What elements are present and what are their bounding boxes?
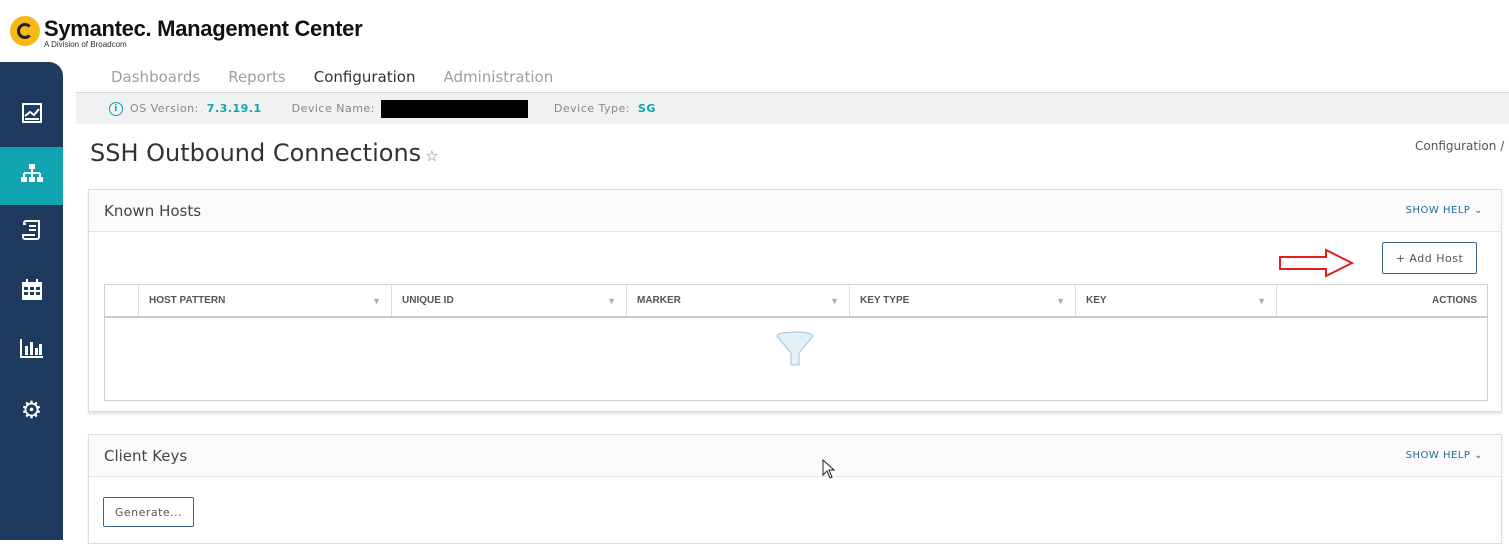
sidebar-item-jobs[interactable] xyxy=(0,263,63,321)
tab-configuration[interactable]: Configuration xyxy=(302,66,427,95)
info-icon: i xyxy=(109,101,123,116)
sidebar-item-policies[interactable] xyxy=(0,203,63,261)
filter-icon[interactable]: ▼ xyxy=(607,296,616,306)
filter-icon[interactable]: ▼ xyxy=(1056,296,1065,306)
generate-button[interactable]: Generate... xyxy=(103,497,194,527)
device-info-bar: i OS Version: 7.3.19.1 Device Name: Devi… xyxy=(76,93,1509,124)
brand-logo: Symantec. Management Center A Division o… xyxy=(10,16,363,49)
known-hosts-title: Known Hosts xyxy=(104,201,202,220)
sidebar: ⚙ xyxy=(0,62,63,540)
brand-title: Symantec. Management Center xyxy=(44,16,363,41)
page-title-wrap: SSH Outbound Connections ☆ xyxy=(90,139,439,167)
filter-icon[interactable]: ▼ xyxy=(1257,296,1266,306)
calendar-icon xyxy=(21,278,43,306)
filter-icon[interactable]: ▼ xyxy=(830,296,839,306)
known-hosts-panel: Known Hosts SHOW HELP ⌄ + Add Host HOST … xyxy=(88,189,1502,412)
mouse-cursor-icon xyxy=(822,458,836,483)
device-name-redacted xyxy=(380,99,528,118)
page-title: SSH Outbound Connections xyxy=(90,139,422,167)
empty-funnel-icon xyxy=(775,331,815,375)
client-keys-title: Client Keys xyxy=(104,446,188,465)
client-keys-show-help[interactable]: SHOW HELP ⌄ xyxy=(1406,450,1483,461)
os-version-value: 7.3.19.1 xyxy=(206,102,262,115)
device-type-value: SG xyxy=(637,102,656,115)
column-actions: ACTIONS xyxy=(1276,285,1487,316)
tab-administration[interactable]: Administration xyxy=(432,66,564,95)
column-marker[interactable]: MARKER ▼ xyxy=(626,285,849,316)
sidebar-item-configuration[interactable] xyxy=(0,147,63,205)
main-tabs: Dashboards Reports Configuration Adminis… xyxy=(100,66,570,95)
select-column xyxy=(105,285,138,316)
column-key[interactable]: KEY ▼ xyxy=(1075,285,1276,316)
hierarchy-icon xyxy=(20,163,44,190)
client-keys-panel: Client Keys SHOW HELP ⌄ Generate... xyxy=(88,434,1502,544)
filter-icon[interactable]: ▼ xyxy=(372,296,381,306)
tab-reports[interactable]: Reports xyxy=(217,66,297,95)
scroll-icon xyxy=(21,219,42,246)
device-name-label: Device Name: xyxy=(291,102,375,115)
column-key-type[interactable]: KEY TYPE ▼ xyxy=(849,285,1075,316)
device-type-label: Device Type: xyxy=(553,102,630,115)
bar-chart-icon xyxy=(19,338,44,363)
table-header: HOST PATTERN ▼ UNIQUE ID ▼ MARKER ▼ KEY TYP… xyxy=(105,285,1487,318)
known-hosts-show-help[interactable]: SHOW HELP ⌄ xyxy=(1406,205,1483,216)
gear-icon: ⚙ xyxy=(20,396,43,424)
chevron-down-icon: ⌄ xyxy=(1474,205,1483,216)
os-version-label: OS Version: xyxy=(130,102,199,115)
column-host-pattern[interactable]: HOST PATTERN ▼ xyxy=(138,285,391,316)
breadcrumb[interactable]: Configuration / xyxy=(1415,139,1504,153)
add-host-button[interactable]: + Add Host xyxy=(1382,242,1477,274)
column-unique-id[interactable]: UNIQUE ID ▼ xyxy=(391,285,626,316)
red-arrow-annotation-icon xyxy=(1278,248,1355,282)
dashboard-icon xyxy=(21,102,42,128)
tab-dashboards[interactable]: Dashboards xyxy=(100,66,211,95)
chevron-down-icon: ⌄ xyxy=(1474,450,1483,461)
known-hosts-table: HOST PATTERN ▼ UNIQUE ID ▼ MARKER ▼ KEY TYP… xyxy=(104,284,1488,401)
symantec-logo-icon xyxy=(10,16,40,46)
sidebar-item-reports[interactable] xyxy=(0,321,63,379)
sidebar-item-settings[interactable]: ⚙ xyxy=(0,381,63,439)
favorite-star-icon[interactable]: ☆ xyxy=(425,147,438,165)
sidebar-item-dashboards[interactable] xyxy=(0,86,63,144)
